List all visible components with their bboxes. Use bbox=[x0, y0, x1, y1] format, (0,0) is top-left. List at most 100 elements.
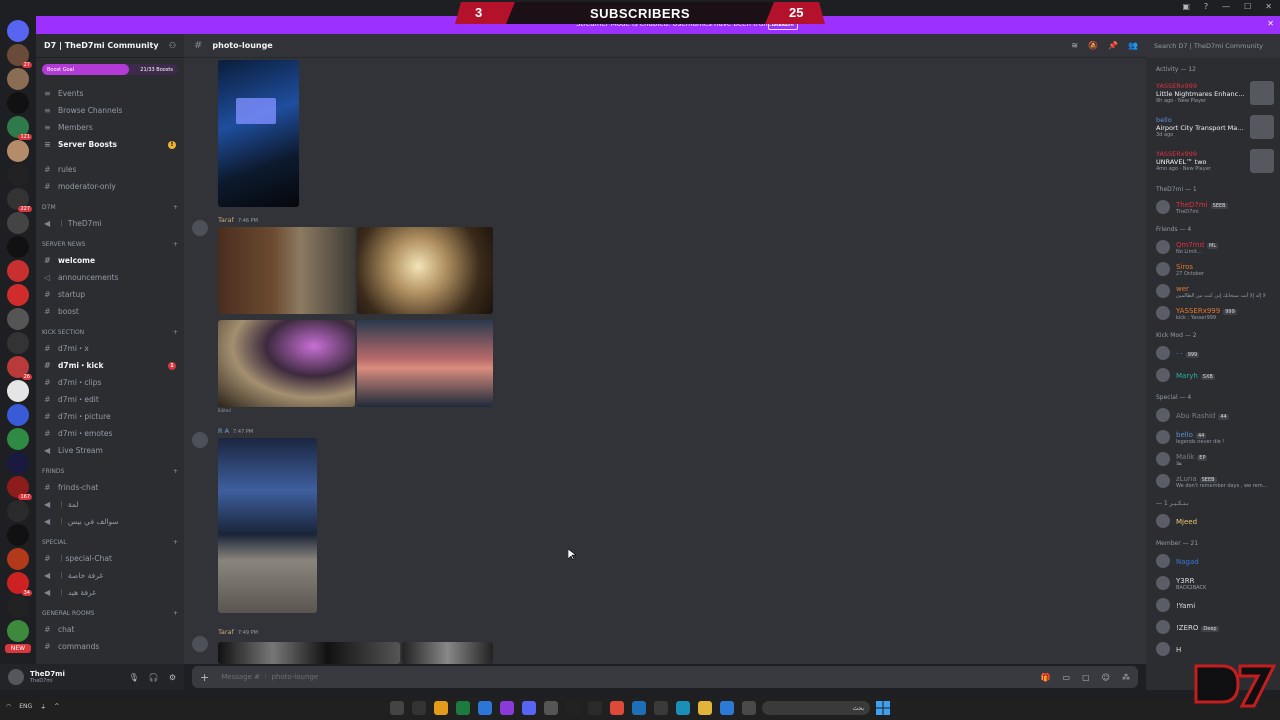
channel-category[interactable]: SERVER NEWS + bbox=[36, 236, 184, 252]
sidebar-item-server-boosts[interactable]: ≡ Server Boosts! bbox=[36, 136, 184, 153]
add-channel-icon[interactable]: + bbox=[173, 241, 178, 248]
message-image[interactable] bbox=[218, 438, 317, 613]
avatar[interactable] bbox=[192, 636, 208, 652]
server-icon[interactable]: 26 bbox=[7, 356, 32, 380]
member-item[interactable]: TheD7mi SEEB TheD7mi bbox=[1146, 196, 1280, 218]
app-icon[interactable] bbox=[632, 701, 646, 715]
channel-item[interactable]: ◀ Live Stream bbox=[36, 442, 184, 459]
message-image[interactable] bbox=[402, 642, 493, 664]
message-image[interactable] bbox=[218, 227, 355, 314]
member-item[interactable]: Nagad bbox=[1146, 550, 1280, 572]
channel-item[interactable]: ◀ ︱ سوالف في بيس bbox=[36, 513, 184, 530]
message-author[interactable]: Taraf 7:49 PM bbox=[218, 628, 258, 636]
discord-home-icon[interactable] bbox=[7, 20, 29, 42]
member-item[interactable]: YASSERx999 999 kick : Yasser999 bbox=[1146, 302, 1280, 324]
add-channel-icon[interactable]: + bbox=[173, 468, 178, 475]
message-author[interactable]: R A 7:47 PM bbox=[218, 427, 253, 435]
server-icon[interactable]: 167 bbox=[7, 476, 32, 500]
app-icon[interactable] bbox=[412, 701, 426, 715]
channel-item[interactable]: # d7mi・picture bbox=[36, 408, 184, 425]
member-item[interactable]: !ZERO Deep bbox=[1146, 616, 1280, 638]
add-channel-icon[interactable]: + bbox=[173, 329, 178, 336]
app-icon[interactable] bbox=[742, 701, 756, 715]
member-item[interactable]: wer لا إله إلا أنت سبحانك إني كنت من الظا… bbox=[1146, 280, 1280, 302]
sidebar-item-members[interactable]: ≡ Members bbox=[36, 119, 184, 136]
member-item[interactable]: Abu Rashid 44 bbox=[1146, 404, 1280, 426]
channel-item[interactable]: # d7mi・kick 1 bbox=[36, 357, 184, 374]
add-channel-icon[interactable]: + bbox=[173, 539, 178, 546]
maximize-icon[interactable]: ☐ bbox=[1244, 2, 1251, 11]
gear-icon[interactable]: ⚙ bbox=[169, 673, 176, 682]
message-image[interactable] bbox=[218, 60, 299, 207]
chevron-up-icon[interactable]: ^ bbox=[54, 703, 59, 710]
server-icon[interactable] bbox=[7, 500, 29, 522]
add-channel-icon[interactable]: + bbox=[173, 610, 178, 617]
server-icon[interactable] bbox=[7, 212, 29, 234]
channel-item[interactable]: # d7mi・x bbox=[36, 340, 184, 357]
channel-category[interactable]: FRINDS + bbox=[36, 463, 184, 479]
app-icon[interactable] bbox=[544, 701, 558, 715]
channel-item[interactable]: # welcome bbox=[36, 252, 184, 269]
message-image[interactable] bbox=[218, 642, 400, 664]
app-icon[interactable] bbox=[478, 701, 492, 715]
threads-icon[interactable]: ≋ bbox=[1071, 41, 1078, 50]
activity-item[interactable]: YASSERx999 Little Nightmares Enhance... 9h… bbox=[1146, 76, 1280, 110]
server-header[interactable]: D7 | TheD7mi Community ⚇ bbox=[36, 34, 184, 58]
member-item[interactable]: zLuna SEEB We don't remember days , we rem… bbox=[1146, 470, 1280, 492]
channel-item[interactable]: # commands bbox=[36, 638, 184, 655]
emoji-icon[interactable]: ☺ bbox=[1102, 673, 1110, 682]
channel-item[interactable]: # d7mi・emotes bbox=[36, 425, 184, 442]
member-item[interactable]: Siros 27 October bbox=[1146, 258, 1280, 280]
server-icon[interactable]: 227 bbox=[7, 188, 32, 212]
member-item[interactable]: H bbox=[1146, 638, 1280, 660]
channel-item[interactable]: # boost bbox=[36, 303, 184, 320]
message-image[interactable] bbox=[218, 320, 355, 407]
server-icon[interactable] bbox=[7, 524, 29, 546]
server-icon[interactable] bbox=[7, 332, 29, 354]
app-icon[interactable] bbox=[654, 701, 668, 715]
add-attachment-icon[interactable]: + bbox=[200, 671, 209, 684]
channel-item[interactable]: # d7mi・edit bbox=[36, 391, 184, 408]
add-channel-icon[interactable]: + bbox=[173, 204, 178, 211]
folder-icon[interactable] bbox=[698, 701, 712, 715]
bell-icon[interactable]: 🔕 bbox=[1088, 41, 1098, 50]
server-icon[interactable] bbox=[7, 308, 29, 330]
member-item[interactable]: Maryh SXB bbox=[1146, 364, 1280, 386]
wifi-icon[interactable]: ◠ bbox=[6, 703, 11, 710]
microphone-icon[interactable]: ⏚ bbox=[40, 702, 46, 711]
headphones-icon[interactable]: 🎧 bbox=[149, 673, 159, 682]
search-input[interactable]: Search D7 | TheD7mi Community bbox=[1146, 34, 1280, 58]
app-icon[interactable] bbox=[500, 701, 514, 715]
server-icon[interactable] bbox=[7, 140, 29, 162]
app-icon[interactable] bbox=[720, 701, 734, 715]
channel-item[interactable]: ◀ ︱ لمة bbox=[36, 496, 184, 513]
app-icon[interactable] bbox=[588, 701, 602, 715]
member-item[interactable]: Mjeed bbox=[1146, 510, 1280, 532]
app-icon[interactable] bbox=[566, 701, 580, 715]
channel-item[interactable]: ◀ ︱ غرفة هيد bbox=[36, 584, 184, 601]
member-item[interactable]: Y3RR BACK2BACK bbox=[1146, 572, 1280, 594]
app-icon[interactable] bbox=[434, 701, 448, 715]
chrome-icon[interactable] bbox=[610, 701, 624, 715]
lang-indicator[interactable]: ENG bbox=[19, 703, 32, 710]
message-image[interactable] bbox=[357, 320, 493, 407]
app-icon[interactable] bbox=[390, 701, 404, 715]
discord-icon[interactable] bbox=[522, 701, 536, 715]
server-icon[interactable] bbox=[7, 620, 29, 642]
channel-item[interactable]: # chat bbox=[36, 621, 184, 638]
boost-goal-bar[interactable]: Boost Goal 21/33 Boosts bbox=[42, 64, 178, 75]
member-item[interactable]: Malik EP هلا bbox=[1146, 448, 1280, 470]
server-icon[interactable] bbox=[7, 404, 29, 426]
channel-item[interactable]: ◀ ︱ غرفة خاصة bbox=[36, 567, 184, 584]
server-icon[interactable] bbox=[7, 452, 29, 474]
channel-item[interactable]: ◁ announcements bbox=[36, 269, 184, 286]
minimize-icon[interactable]: — bbox=[1222, 2, 1230, 11]
avatar[interactable] bbox=[192, 432, 208, 448]
channel-category[interactable]: D7M + bbox=[36, 199, 184, 215]
channel-item[interactable]: # ︱special-Chat bbox=[36, 550, 184, 567]
server-icon[interactable] bbox=[7, 260, 29, 282]
sidebar-item-browse-channels[interactable]: ≡ Browse Channels bbox=[36, 102, 184, 119]
server-icon[interactable]: 121 bbox=[7, 116, 32, 140]
channel-item[interactable]: ◀ ︱ TheD7mi bbox=[36, 215, 184, 232]
pin-icon[interactable]: 📌 bbox=[1108, 41, 1118, 50]
